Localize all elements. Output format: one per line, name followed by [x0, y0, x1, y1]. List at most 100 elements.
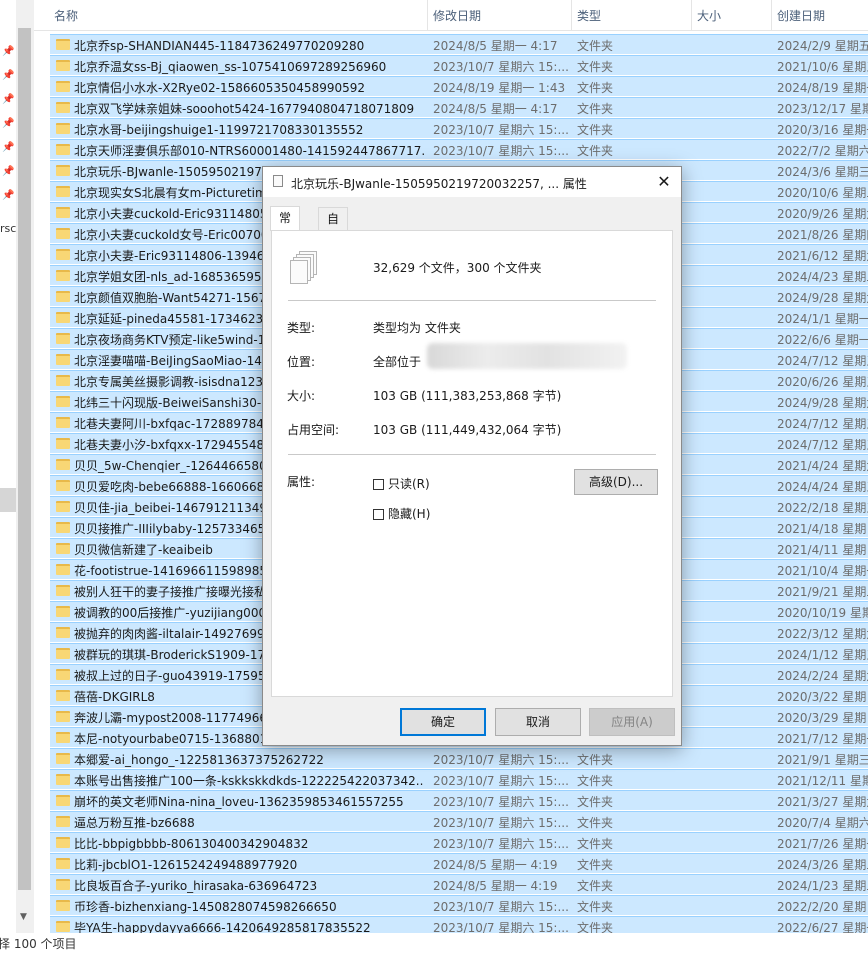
type-value: 类型均为 文件夹 [373, 321, 461, 335]
row-modified-date: 2024/8/5 星期一 4:19 [433, 879, 558, 893]
readonly-checkbox[interactable] [373, 479, 384, 490]
location-value: 全部位于 [373, 355, 422, 369]
column-divider[interactable] [571, 0, 572, 30]
row-modified-date: 2023/10/7 星期六 15:... [433, 60, 569, 74]
folder-icon [56, 438, 70, 449]
file-row[interactable]: 币珍香-bizhenxiang-1450828074598266650 2023/… [50, 895, 868, 915]
pin-icon[interactable]: 📌 [2, 142, 14, 154]
pin-icon[interactable]: 📌 [2, 46, 14, 58]
size-label: 大小: [287, 389, 316, 403]
column-divider[interactable] [771, 0, 772, 30]
row-created-date: 2020/6/26 星期五 [777, 375, 868, 389]
ok-button[interactable]: 确定 [400, 708, 486, 736]
row-modified-date: 2024/8/19 星期一 1:43 [433, 81, 566, 95]
row-name: 北京双飞学妹亲姐妹-sooohot5424-167794080471807180… [74, 102, 415, 116]
file-row[interactable]: 逼总万粉互推-bz6688 2023/10/7 星期六 15:... 文件夹 2020… [50, 811, 868, 831]
file-row[interactable]: 北京情侣小水水-X2Rye02-1586605350458990592 2024/… [50, 76, 868, 96]
row-name: 本账号出售接推广100一条-kskkskkdkds-12222542203734… [74, 774, 424, 788]
readonly-checkbox-row[interactable]: 只读(R) [373, 475, 430, 492]
row-type: 文件夹 [577, 795, 614, 809]
pin-icon[interactable]: 📌 [2, 166, 14, 178]
column-divider[interactable] [427, 0, 428, 30]
folder-icon [56, 39, 70, 50]
row-modified-date: 2023/10/7 星期六 15:... [433, 123, 569, 137]
row-name: 崩坏的英文老师Nina-nina_loveu-13623598534615572… [74, 795, 404, 809]
close-button[interactable]: ✕ [647, 167, 681, 197]
folder-icon [56, 522, 70, 533]
folder-icon [56, 333, 70, 344]
folder-icon [56, 774, 70, 785]
file-row[interactable]: 北京乔sp-SHANDIAN445-1184736249770209280 202… [50, 34, 868, 54]
file-row[interactable]: 比良坂百合子-yuriko_hirasaka-636964723 2024/8/5… [50, 874, 868, 894]
folder-icon [56, 543, 70, 554]
column-type[interactable]: 类型 [577, 7, 601, 24]
row-created-date: 2024/1/12 星期五 [777, 648, 868, 662]
apply-button[interactable]: 应用(A) [589, 708, 675, 736]
column-created[interactable]: 创建日期 [777, 7, 825, 24]
row-created-date: 2024/7/12 星期五 [777, 354, 868, 368]
dialog-titlebar[interactable]: 北京玩乐-BJwanle-1505950219720032257, ... 属性… [263, 167, 681, 197]
file-row[interactable]: 北京水哥-beijingshuige1-1199721708330135552 2… [50, 118, 868, 138]
column-name[interactable]: 名称 [54, 7, 78, 24]
pin-icon[interactable]: 📌 [2, 70, 14, 82]
row-name: 逼总万粉互推-bz6688 [74, 816, 195, 830]
row-name: 本郷爱-ai_hongo_-1225813637375262722 [74, 753, 324, 767]
file-row[interactable]: 北京双飞学妹亲姐妹-sooohot5424-167794080471807180… [50, 97, 868, 117]
hidden-checkbox-row[interactable]: 隐藏(H) [373, 505, 430, 522]
folder-icon [56, 480, 70, 491]
advanced-button[interactable]: 高级(D)... [574, 469, 658, 495]
folder-icon [56, 417, 70, 428]
hidden-checkbox[interactable] [373, 509, 384, 520]
row-name: 北京乔sp-SHANDIAN445-1184736249770209280 [74, 39, 365, 53]
file-row[interactable]: 北京天师淫妻俱乐部010-NTRS60001480-14159244786771… [50, 139, 868, 159]
file-row[interactable]: 比莉-jbcblO1-1261524249488977920 2024/8/5 星… [50, 853, 868, 873]
document-icon [273, 175, 283, 187]
file-row[interactable]: 本账号出售接推广100一条-kskkskkdkds-12222542203734… [50, 769, 868, 789]
row-name: 北京情侣小水水-X2Rye02-1586605350458990592 [74, 81, 366, 95]
row-created-date: 2021/3/27 星期六 [777, 795, 868, 809]
folder-icon [56, 249, 70, 260]
general-panel: 32,629 个文件，300 个文件夹 类型: 类型均为 文件夹 位置: 全部位… [271, 230, 673, 697]
column-size[interactable]: 大小 [697, 7, 721, 24]
row-modified-date: 2023/10/7 星期六 15:... [433, 774, 569, 788]
row-type: 文件夹 [577, 879, 614, 893]
row-modified-date: 2023/10/7 星期六 15:... [433, 837, 569, 851]
pin-icon[interactable]: 📌 [2, 118, 14, 130]
row-type: 文件夹 [577, 774, 614, 788]
file-row[interactable]: 崩坏的英文老师Nina-nina_loveu-13623598534615572… [50, 790, 868, 810]
column-divider[interactable] [691, 0, 692, 30]
folder-icon [56, 606, 70, 617]
readonly-label: 只读(R) [388, 477, 430, 491]
pin-icon[interactable]: 📌 [2, 94, 14, 106]
row-type: 文件夹 [577, 102, 614, 116]
file-count-summary: 32,629 个文件，300 个文件夹 [373, 261, 542, 275]
nav-selected-item[interactable] [0, 488, 16, 512]
row-created-date: 2024/2/9 星期五 [777, 39, 868, 53]
tab-custom[interactable]: 自定义 [318, 207, 349, 270]
sort-ascending-icon: ⌃ [267, 0, 278, 8]
file-row[interactable]: 本郷爱-ai_hongo_-1225813637375262722 2023/10… [50, 748, 868, 768]
nav-item-label[interactable]: rsc [0, 222, 16, 235]
cancel-button[interactable]: 取消 [495, 708, 581, 736]
row-modified-date: 2023/10/7 星期六 15:... [433, 900, 569, 914]
row-type: 文件夹 [577, 39, 614, 53]
folder-icon [56, 564, 70, 575]
file-row[interactable]: 比比-bbpigbbbb-806130400342904832 2023/10/7… [50, 832, 868, 852]
row-created-date: 2022/2/18 星期五 [777, 501, 868, 515]
row-created-date: 2022/2/20 星期日 [777, 900, 868, 914]
row-name: 比莉-jbcblO1-1261524249488977920 [74, 858, 298, 872]
row-created-date: 2024/2/24 星期六 [777, 669, 868, 683]
tab-general[interactable]: 常规 [270, 206, 301, 247]
pin-icon[interactable]: 📌 [2, 190, 14, 202]
file-row[interactable]: 北京乔温女ss-Bj_qiaowen_ss-107541069728925696… [50, 55, 868, 75]
column-modified[interactable]: 修改日期 [433, 7, 481, 24]
size-value: 103 GB (111,383,253,868 字节) [373, 389, 562, 403]
row-created-date: 2022/7/2 星期六 [777, 144, 868, 158]
folder-icon [56, 144, 70, 155]
column-header: ⌃ 名称 修改日期 类型 大小 创建日期 [34, 0, 868, 31]
vertical-scrollbar[interactable]: ▼ [16, 0, 34, 933]
row-created-date: 2020/7/4 星期六 [777, 816, 868, 830]
scroll-down-icon[interactable]: ▼ [20, 912, 27, 922]
row-modified-date: 2024/8/5 星期一 4:17 [433, 102, 558, 116]
scrollbar-thumb[interactable] [18, 28, 31, 890]
